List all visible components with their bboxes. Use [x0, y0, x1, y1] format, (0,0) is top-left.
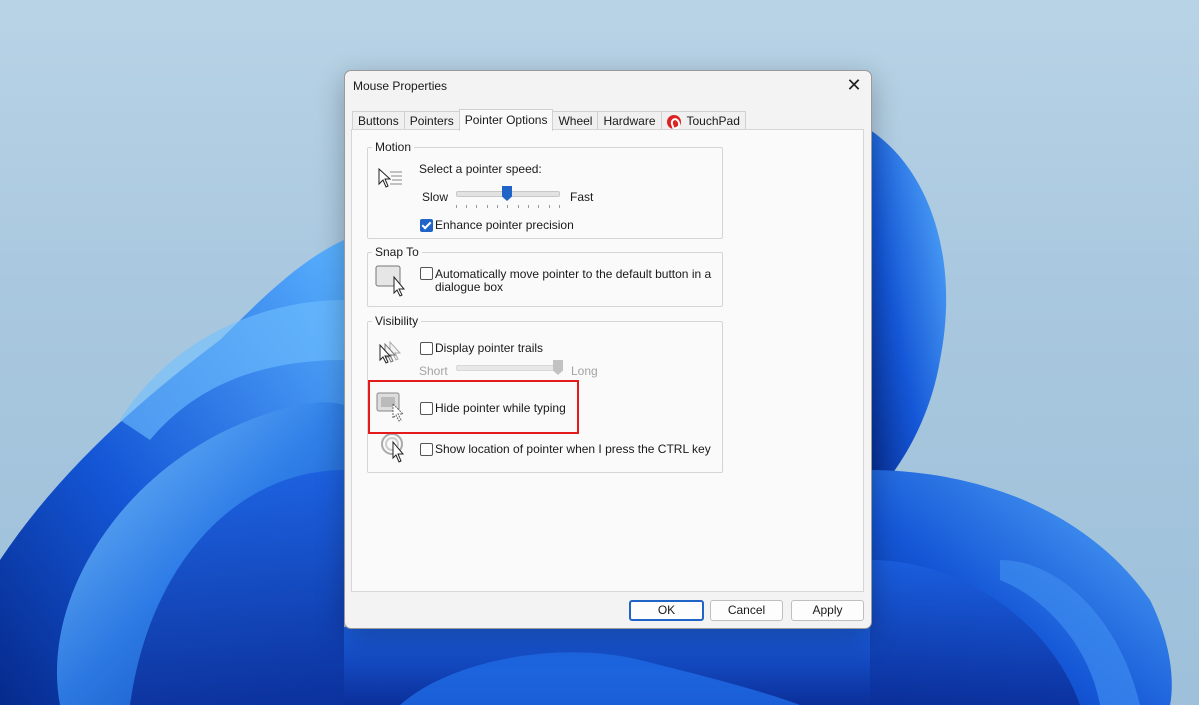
ctrl-location-checkbox[interactable]	[420, 443, 433, 456]
enhance-precision-checkbox[interactable]	[420, 219, 433, 232]
ctrl-location-icon	[381, 433, 405, 463]
tab-hardware[interactable]: Hardware	[597, 111, 662, 131]
tick	[497, 205, 498, 208]
snap-to-group-title: Snap To	[372, 245, 422, 259]
tick	[476, 205, 477, 208]
cancel-button[interactable]: Cancel	[710, 600, 783, 621]
visibility-group-title: Visibility	[372, 314, 422, 328]
tick	[559, 205, 560, 208]
touchpad-logo-icon	[666, 114, 681, 129]
ctrl-location-label[interactable]: Show location of pointer when I press th…	[435, 442, 711, 456]
tab-bar: Buttons Pointers Pointer Options Wheel H…	[352, 109, 746, 131]
pointer-trail-length-slider[interactable]	[456, 365, 560, 371]
tick	[549, 205, 550, 208]
snap-to-label-line2[interactable]: dialogue box	[435, 280, 503, 294]
slow-label: Slow	[422, 190, 449, 204]
pointer-speed-slider-thumb[interactable]	[502, 186, 512, 201]
snap-to-group: Snap To Automatically move pointer to th…	[367, 245, 723, 307]
snap-to-label-line1[interactable]: Automatically move pointer to the defaul…	[435, 267, 711, 281]
tick	[528, 205, 529, 208]
snap-to-icon	[375, 265, 406, 297]
ok-button[interactable]: OK	[629, 600, 704, 621]
dialog-title: Mouse Properties	[353, 79, 448, 93]
tick	[538, 205, 539, 208]
enhance-precision-label[interactable]: Enhance pointer precision	[435, 218, 574, 232]
close-button[interactable]: ✕	[843, 75, 865, 97]
tab-pointer-options[interactable]: Pointer Options	[458, 109, 554, 131]
short-label: Short	[419, 364, 448, 378]
apply-button[interactable]: Apply	[791, 600, 864, 621]
tick	[456, 205, 457, 208]
tick	[466, 205, 467, 208]
tab-touchpad[interactable]: TouchPad	[660, 111, 746, 131]
motion-group: Motion Select a pointer speed: Slow Fast…	[367, 140, 723, 239]
pointer-speed-icon	[378, 167, 402, 188]
pointer-trails-checkbox[interactable]	[420, 342, 433, 355]
long-label: Long	[571, 364, 598, 378]
tab-buttons[interactable]: Buttons	[352, 111, 405, 131]
pointer-speed-label: Select a pointer speed:	[419, 162, 542, 176]
tab-pointers[interactable]: Pointers	[403, 111, 460, 131]
tick	[518, 205, 519, 208]
pointer-speed-ticks	[456, 205, 560, 209]
pointer-trail-length-slider-thumb[interactable]	[553, 360, 563, 375]
tick	[487, 205, 488, 208]
pointer-trails-label[interactable]: Display pointer trails	[435, 341, 543, 355]
snap-to-default-checkbox[interactable]	[420, 267, 433, 280]
tab-wheel[interactable]: Wheel	[552, 111, 599, 131]
pointer-trails-icon	[379, 340, 402, 364]
fast-label: Fast	[570, 190, 594, 204]
tick	[507, 205, 508, 208]
pointer-options-panel: Motion Select a pointer speed: Slow Fast…	[351, 129, 864, 592]
motion-group-title: Motion	[372, 140, 415, 154]
highlight-annotation-box	[368, 380, 579, 434]
mouse-properties-dialog: Mouse Properties ✕ Buttons Pointers Poin…	[344, 70, 872, 629]
